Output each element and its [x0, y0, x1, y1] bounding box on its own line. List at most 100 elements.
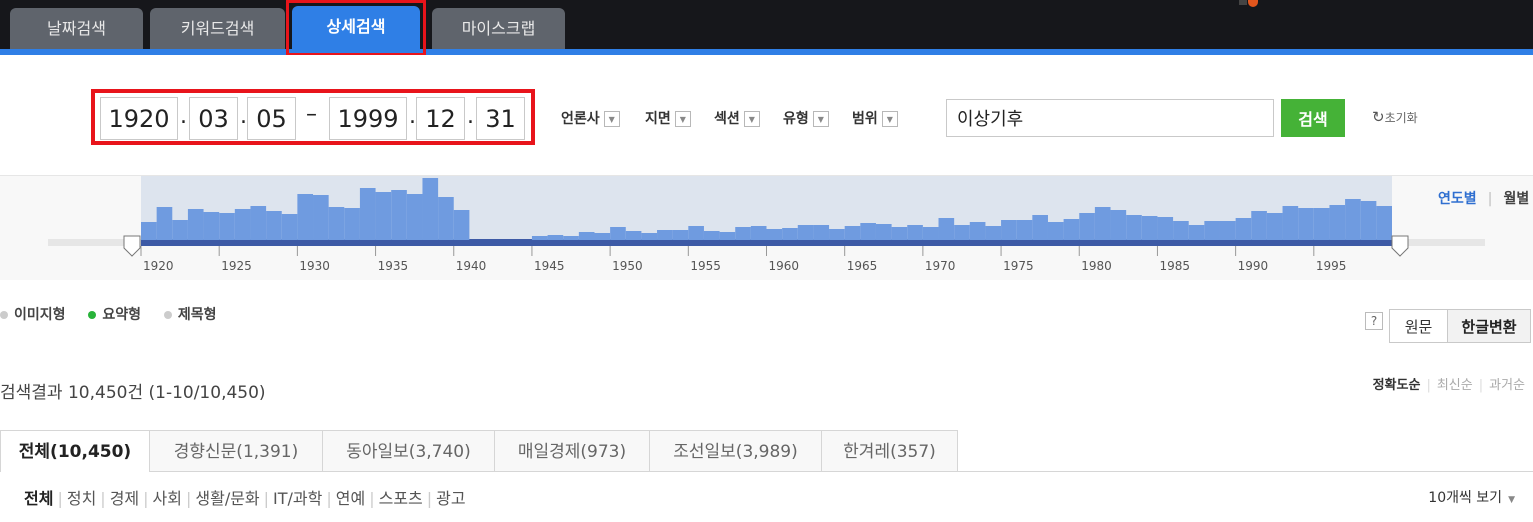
- unit-year-link[interactable]: 연도별: [1438, 191, 1477, 207]
- category-link[interactable]: 사회: [153, 489, 182, 508]
- histogram-bar: [1157, 217, 1174, 240]
- category-link[interactable]: 정치: [67, 489, 96, 508]
- view-label: 제목형: [177, 307, 217, 323]
- refresh-icon: ↻: [1372, 108, 1385, 126]
- publisher-tab-maeil[interactable]: 매일경제(973): [494, 430, 650, 472]
- sort-options: 정확도순 | 최신순 | 과거순: [1373, 374, 1525, 393]
- histogram-bar: [1219, 221, 1236, 240]
- category-separator: |: [100, 489, 106, 508]
- histogram-bar: [829, 229, 845, 240]
- histogram-bar: [328, 207, 345, 240]
- histogram-bar: [1094, 207, 1111, 240]
- histogram-bar: [1016, 220, 1033, 240]
- reset-button[interactable]: ↻초기화: [1372, 108, 1418, 126]
- chevron-down-icon: ▼: [1508, 495, 1515, 505]
- filter-page-dropdown[interactable]: 지면 ▼: [645, 108, 691, 130]
- range-handle-right[interactable]: [1391, 235, 1409, 257]
- help-icon[interactable]: ?: [1365, 312, 1383, 330]
- axis-tick-label: 1950: [612, 259, 643, 273]
- tab-baseline: [150, 471, 1533, 472]
- category-link[interactable]: 연예: [336, 489, 365, 508]
- histogram-bar: [1173, 221, 1189, 240]
- sort-oldest[interactable]: 과거순: [1489, 378, 1525, 393]
- axis-tick-label: 1970: [925, 259, 956, 273]
- category-link[interactable]: 전체: [24, 489, 53, 508]
- publisher-tab-chosun[interactable]: 조선일보(3,989): [649, 430, 822, 472]
- histogram-bar: [1188, 225, 1205, 240]
- range-handle-left[interactable]: [123, 235, 141, 257]
- category-link[interactable]: 광고: [436, 489, 465, 508]
- axis-tick-label: 1960: [769, 259, 800, 273]
- histogram-bar: [938, 218, 955, 240]
- histogram-bar: [1063, 219, 1080, 240]
- sort-newest[interactable]: 최신순: [1437, 378, 1473, 393]
- histogram-bar: [359, 188, 376, 240]
- histogram-bar: [1032, 215, 1048, 240]
- tab-date-search[interactable]: 날짜검색: [10, 8, 143, 49]
- per-page-dropdown[interactable]: 10개씩 보기 ▼: [1428, 487, 1515, 507]
- histogram-bar: [547, 235, 564, 240]
- category-link[interactable]: IT/과학: [273, 489, 322, 508]
- histogram-bar: [1298, 208, 1314, 240]
- axis-tick-label: 1975: [1003, 259, 1034, 273]
- radio-selected-icon: [88, 311, 97, 319]
- category-link[interactable]: 스포츠: [379, 489, 423, 508]
- filter-label: 언론사: [561, 111, 600, 127]
- category-link[interactable]: 생활/문화: [195, 489, 259, 508]
- histogram-bar: [875, 224, 892, 240]
- histogram-bar: [281, 214, 298, 240]
- publisher-tab-all[interactable]: 전체(10,450): [0, 430, 150, 472]
- unit-month-link[interactable]: 월별: [1504, 191, 1530, 207]
- histogram-bar: [844, 226, 861, 240]
- text-hangul-button[interactable]: 한글변환: [1447, 309, 1531, 343]
- histogram-bar: [750, 226, 767, 240]
- histogram-bar: [891, 227, 908, 240]
- publisher-tab-kyunghyang[interactable]: 경향신문(1,391): [149, 430, 323, 472]
- filter-scope-dropdown[interactable]: 범위 ▼: [852, 108, 898, 130]
- category-separator: |: [326, 489, 332, 508]
- view-summary-option[interactable]: 요약형: [88, 307, 141, 323]
- tab-my-scrap[interactable]: 마이스크랩: [432, 8, 565, 49]
- histogram-bar: [1329, 205, 1346, 240]
- date-highlight-box: [91, 89, 535, 145]
- histogram-bar: [1345, 199, 1361, 240]
- view-image-option[interactable]: 이미지형: [0, 307, 66, 323]
- histogram-bar: [985, 226, 1002, 240]
- axis-tick-label: 1920: [143, 259, 174, 273]
- view-title-option[interactable]: 제목형: [163, 307, 217, 323]
- sort-accuracy[interactable]: 정확도순: [1373, 378, 1421, 393]
- histogram-bar: [594, 233, 611, 240]
- histogram-bar: [578, 232, 595, 240]
- keyword-search-input[interactable]: [946, 99, 1274, 137]
- tab-keyword-search[interactable]: 키워드검색: [150, 8, 285, 49]
- histogram-bar: [610, 227, 626, 240]
- filter-label: 유형: [783, 111, 809, 127]
- histogram-bar: [438, 197, 454, 240]
- unit-toggle: 연도별 | 월별: [1438, 188, 1529, 208]
- histogram-bar: [375, 192, 392, 240]
- publisher-tab-donga[interactable]: 동아일보(3,740): [322, 430, 495, 472]
- histogram-bar: [1001, 220, 1017, 240]
- histogram-bar: [1235, 218, 1252, 240]
- category-filter: 전체 | 정치 | 경제 | 사회 | 생활/문화 | IT/과학 | 연예 | 스포츠 | 광고: [24, 485, 470, 509]
- filter-section-dropdown[interactable]: 섹션 ▼: [714, 108, 760, 130]
- search-button[interactable]: 검색: [1281, 99, 1345, 137]
- axis-tick-label: 1995: [1316, 259, 1347, 273]
- histogram-bar: [563, 236, 579, 240]
- text-original-button[interactable]: 원문: [1389, 309, 1448, 343]
- histogram-bar: [1251, 211, 1267, 240]
- filter-label: 지면: [645, 111, 671, 127]
- category-link[interactable]: 경제: [110, 489, 139, 508]
- histogram-bar: [1204, 221, 1220, 240]
- histogram-bar: [766, 229, 783, 240]
- axis-tick-label: 1935: [378, 259, 409, 273]
- histogram-bar: [782, 228, 798, 240]
- histogram-bar: [797, 225, 814, 240]
- per-page-label: 10개씩 보기: [1428, 490, 1503, 506]
- histogram-bar: [172, 220, 188, 240]
- filter-type-dropdown[interactable]: 유형 ▼: [783, 108, 829, 130]
- radio-icon: [0, 311, 8, 319]
- filter-publisher-dropdown[interactable]: 언론사 ▼: [561, 108, 620, 130]
- tab-highlight-box: [286, 0, 426, 56]
- publisher-tab-hankyoreh[interactable]: 한겨레(357): [821, 430, 958, 472]
